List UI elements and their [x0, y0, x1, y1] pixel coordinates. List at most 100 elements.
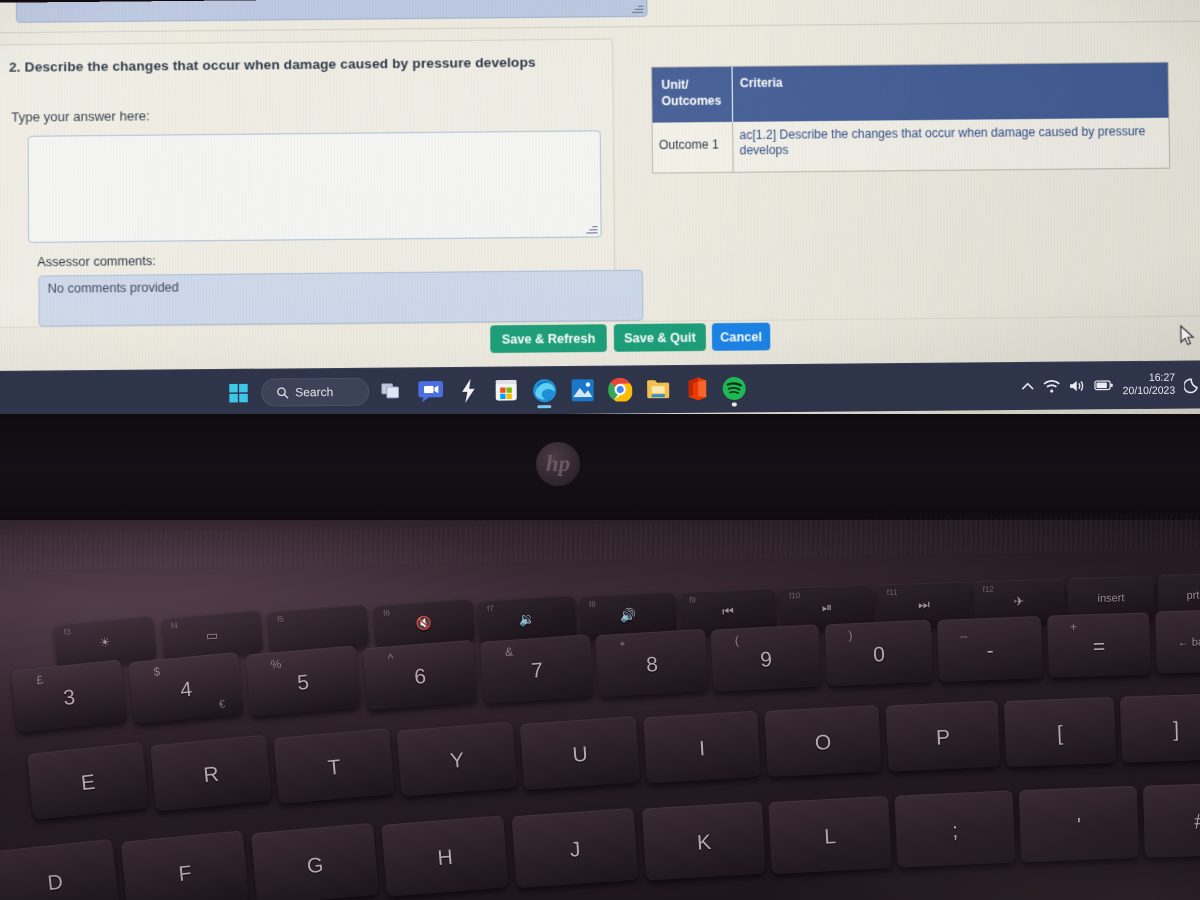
key-4[interactable]: $ 4 €: [128, 651, 244, 725]
key-t[interactable]: T: [273, 728, 395, 804]
key-f[interactable]: F: [120, 830, 250, 900]
key-3[interactable]: £ 3: [11, 659, 127, 733]
key-cap-label: 3: [62, 685, 77, 710]
key-l[interactable]: L: [768, 795, 892, 875]
key-semicolon[interactable]: ;: [894, 790, 1016, 868]
key-apostrophe[interactable]: ': [1018, 785, 1140, 863]
key-cap-label: T: [326, 755, 342, 780]
answer-textarea[interactable]: [27, 130, 602, 243]
key-shift-label: (: [734, 633, 740, 648]
key-e[interactable]: E: [26, 742, 150, 820]
key-cap-label: insert: [1097, 592, 1125, 605]
phone-link-button[interactable]: [453, 376, 483, 406]
cancel-button[interactable]: Cancel: [711, 322, 771, 351]
assessor-comments-label: Assessor comments:: [37, 253, 156, 270]
key-hash[interactable]: #: [1142, 782, 1200, 858]
key-cap-label: D: [46, 870, 64, 896]
key-bracket-right[interactable]: ]: [1119, 693, 1200, 763]
key-i[interactable]: I: [643, 710, 761, 784]
resize-handle-icon[interactable]: [632, 3, 644, 15]
key-fn-label: f9: [688, 595, 696, 605]
key-f5[interactable]: f5: [266, 604, 370, 654]
key-d[interactable]: D: [0, 838, 120, 900]
system-tray: 16:27 20/10/2023: [1021, 364, 1200, 406]
key-fn-label: f5: [276, 614, 285, 625]
key-r[interactable]: R: [150, 734, 272, 812]
start-button[interactable]: [223, 378, 253, 408]
office-icon: [688, 377, 707, 401]
key-k[interactable]: K: [641, 801, 767, 881]
key-cap-label: ⏭: [917, 596, 931, 612]
spotify-button[interactable]: [719, 373, 749, 403]
key-shift-label: +: [1069, 619, 1078, 634]
key-cap-label: H: [436, 845, 454, 870]
wifi-icon[interactable]: [1043, 378, 1061, 393]
key-h[interactable]: H: [381, 815, 509, 897]
clock[interactable]: 16:27 20/10/2023: [1122, 371, 1176, 398]
criteria-table-header: Unit/ Outcomes Criteria: [652, 62, 1169, 123]
resize-handle-icon[interactable]: [586, 223, 598, 235]
file-explorer-button[interactable]: [643, 374, 673, 404]
key-shift-label: &: [504, 644, 514, 660]
key-equals[interactable]: + =: [1047, 612, 1151, 678]
key-fn-label: f3: [63, 627, 72, 638]
key-cap-label: P: [935, 726, 951, 750]
question-title: 2. Describe the changes that occur when …: [8, 54, 536, 75]
key-shift-label: _: [959, 623, 968, 639]
key-p[interactable]: P: [885, 700, 1001, 772]
tray-time: 16:27: [1148, 371, 1176, 384]
key-cap-label: [: [1056, 722, 1064, 746]
microsoft-store-button[interactable]: [491, 375, 521, 405]
key-cap-label: L: [823, 825, 837, 849]
key-cap-label: 9: [759, 648, 773, 672]
key-shift-label: %: [270, 656, 282, 672]
key-7[interactable]: & 7: [479, 634, 595, 704]
key-cap-label: R: [202, 762, 220, 788]
hp-logo: hp: [536, 442, 580, 486]
key-fn-label: f4: [170, 621, 179, 631]
photos-icon: [571, 378, 594, 401]
key-fn-label: f6: [382, 608, 391, 618]
tray-date: 20/10/2023: [1122, 384, 1176, 398]
key-cap-label: 🔊: [619, 607, 637, 624]
key-9[interactable]: ( 9: [710, 624, 822, 692]
moon-icon[interactable]: [1184, 376, 1200, 393]
key-cap-label: ⏮: [721, 603, 735, 620]
key-cap-label: K: [696, 830, 712, 855]
key-g[interactable]: G: [251, 822, 379, 900]
key-fn-label: f12: [982, 584, 994, 595]
key-y[interactable]: Y: [396, 721, 518, 797]
save-and-quit-button[interactable]: Save & Quit: [613, 323, 706, 352]
key-f4[interactable]: f4 ▭: [160, 609, 264, 661]
windows-icon: [228, 383, 248, 402]
cell-outcome: Outcome 1: [658, 137, 719, 153]
key-cap-label: ✈: [1013, 593, 1025, 609]
edge-button[interactable]: [529, 375, 559, 405]
save-and-refresh-button[interactable]: Save & Refresh: [490, 324, 607, 353]
chevron-up-icon[interactable]: [1022, 381, 1035, 390]
key-o[interactable]: O: [764, 705, 882, 777]
key-5[interactable]: % 5: [245, 645, 361, 717]
unit-line-2: Outcomes: [661, 93, 722, 109]
speaker-icon[interactable]: [1070, 378, 1086, 393]
key-u[interactable]: U: [519, 716, 641, 790]
key-minus[interactable]: _ -: [936, 616, 1044, 682]
key-bracket-left[interactable]: [: [1003, 696, 1117, 768]
key-cap-label: J: [569, 838, 582, 862]
chrome-button[interactable]: [605, 374, 635, 404]
key-0[interactable]: ) 0: [824, 619, 934, 687]
search-placeholder-text: Search: [295, 385, 334, 400]
photos-button[interactable]: [567, 375, 597, 405]
battery-icon[interactable]: [1094, 379, 1114, 391]
task-view-button[interactable]: [377, 376, 407, 406]
search-box[interactable]: Search: [261, 377, 370, 407]
chat-button[interactable]: [415, 376, 445, 406]
key-cap-label: 6: [413, 664, 427, 689]
key-j[interactable]: J: [511, 807, 639, 889]
key-6[interactable]: ^ 6: [362, 639, 478, 711]
key-backspace[interactable]: ← backspace: [1155, 608, 1200, 674]
office-button[interactable]: [681, 374, 711, 404]
key-8[interactable]: * 8: [595, 628, 709, 698]
key-cap-label: ]: [1172, 718, 1180, 742]
key-cap-label: ▭: [205, 627, 219, 644]
